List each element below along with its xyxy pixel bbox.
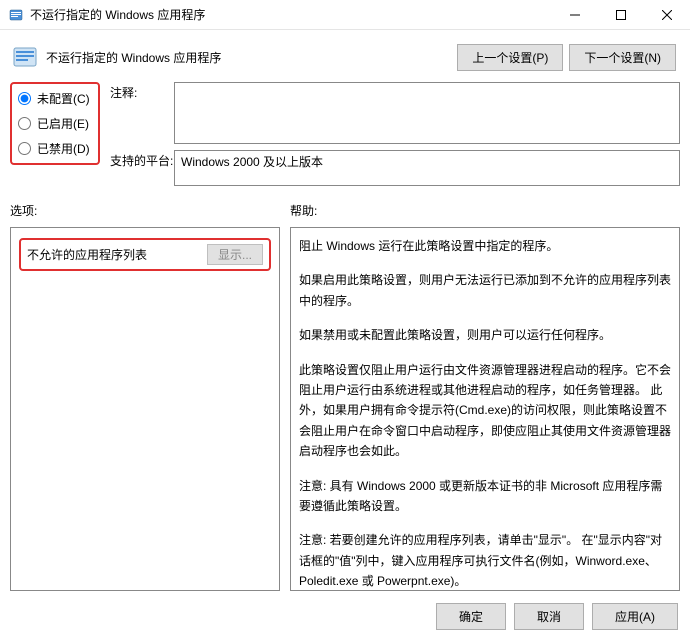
help-text: 此策略设置仅阻止用户运行由文件资源管理器进程启动的程序。它不会阻止用户运行由系统…	[299, 360, 671, 462]
comment-label: 注释:	[110, 82, 174, 101]
radio-enabled[interactable]: 已启用(E)	[16, 115, 94, 132]
platform-label: 支持的平台:	[110, 150, 174, 169]
comment-input[interactable]	[174, 82, 680, 144]
state-radio-group: 未配置(C) 已启用(E) 已禁用(D)	[10, 82, 100, 165]
radio-disabled-input[interactable]	[18, 142, 31, 155]
disallowed-apps-row: 不允许的应用程序列表 显示...	[19, 238, 271, 271]
help-panel[interactable]: 阻止 Windows 运行在此策略设置中指定的程序。 如果启用此策略设置，则用户…	[290, 227, 680, 591]
platform-value: Windows 2000 及以上版本	[174, 150, 680, 186]
close-button[interactable]	[644, 0, 690, 29]
radio-not-configured-input[interactable]	[18, 92, 31, 105]
window-title: 不运行指定的 Windows 应用程序	[30, 6, 552, 23]
help-text: 阻止 Windows 运行在此策略设置中指定的程序。	[299, 236, 671, 256]
options-panel: 不允许的应用程序列表 显示...	[10, 227, 280, 591]
next-setting-button[interactable]: 下一个设置(N)	[569, 44, 676, 71]
help-text: 注意: 具有 Windows 2000 或更新版本证书的非 Microsoft …	[299, 476, 671, 517]
show-button[interactable]: 显示...	[207, 244, 263, 265]
page-title: 不运行指定的 Windows 应用程序	[46, 49, 457, 66]
radio-enabled-input[interactable]	[18, 117, 31, 130]
footer: 确定 取消 应用(A)	[0, 591, 690, 642]
radio-disabled[interactable]: 已禁用(D)	[16, 140, 94, 157]
ok-button[interactable]: 确定	[436, 603, 506, 630]
maximize-button[interactable]	[598, 0, 644, 29]
titlebar: 不运行指定的 Windows 应用程序	[0, 0, 690, 30]
radio-not-configured[interactable]: 未配置(C)	[16, 90, 94, 107]
window-controls	[552, 0, 690, 29]
help-label: 帮助:	[280, 202, 680, 219]
prev-setting-button[interactable]: 上一个设置(P)	[457, 44, 563, 71]
policy-icon	[8, 7, 24, 23]
content-row: 不允许的应用程序列表 显示... 阻止 Windows 运行在此策略设置中指定的…	[0, 227, 690, 591]
help-text: 注意: 若要创建允许的应用程序列表，请单击"显示"。 在"显示内容"对话框的"值…	[299, 530, 671, 591]
policy-large-icon	[10, 42, 40, 72]
help-text: 如果启用此策略设置，则用户无法运行已添加到不允许的应用程序列表中的程序。	[299, 270, 671, 311]
help-text: 如果禁用或未配置此策略设置，则用户可以运行任何程序。	[299, 325, 671, 345]
disallowed-apps-label: 不允许的应用程序列表	[27, 246, 199, 263]
config-row: 未配置(C) 已启用(E) 已禁用(D) 注释: 支持的平台: Windows …	[0, 82, 690, 192]
section-labels: 选项: 帮助:	[0, 192, 690, 227]
options-label: 选项:	[10, 202, 280, 219]
cancel-button[interactable]: 取消	[514, 603, 584, 630]
apply-button[interactable]: 应用(A)	[592, 603, 678, 630]
header: 不运行指定的 Windows 应用程序 上一个设置(P) 下一个设置(N)	[0, 30, 690, 82]
minimize-button[interactable]	[552, 0, 598, 29]
